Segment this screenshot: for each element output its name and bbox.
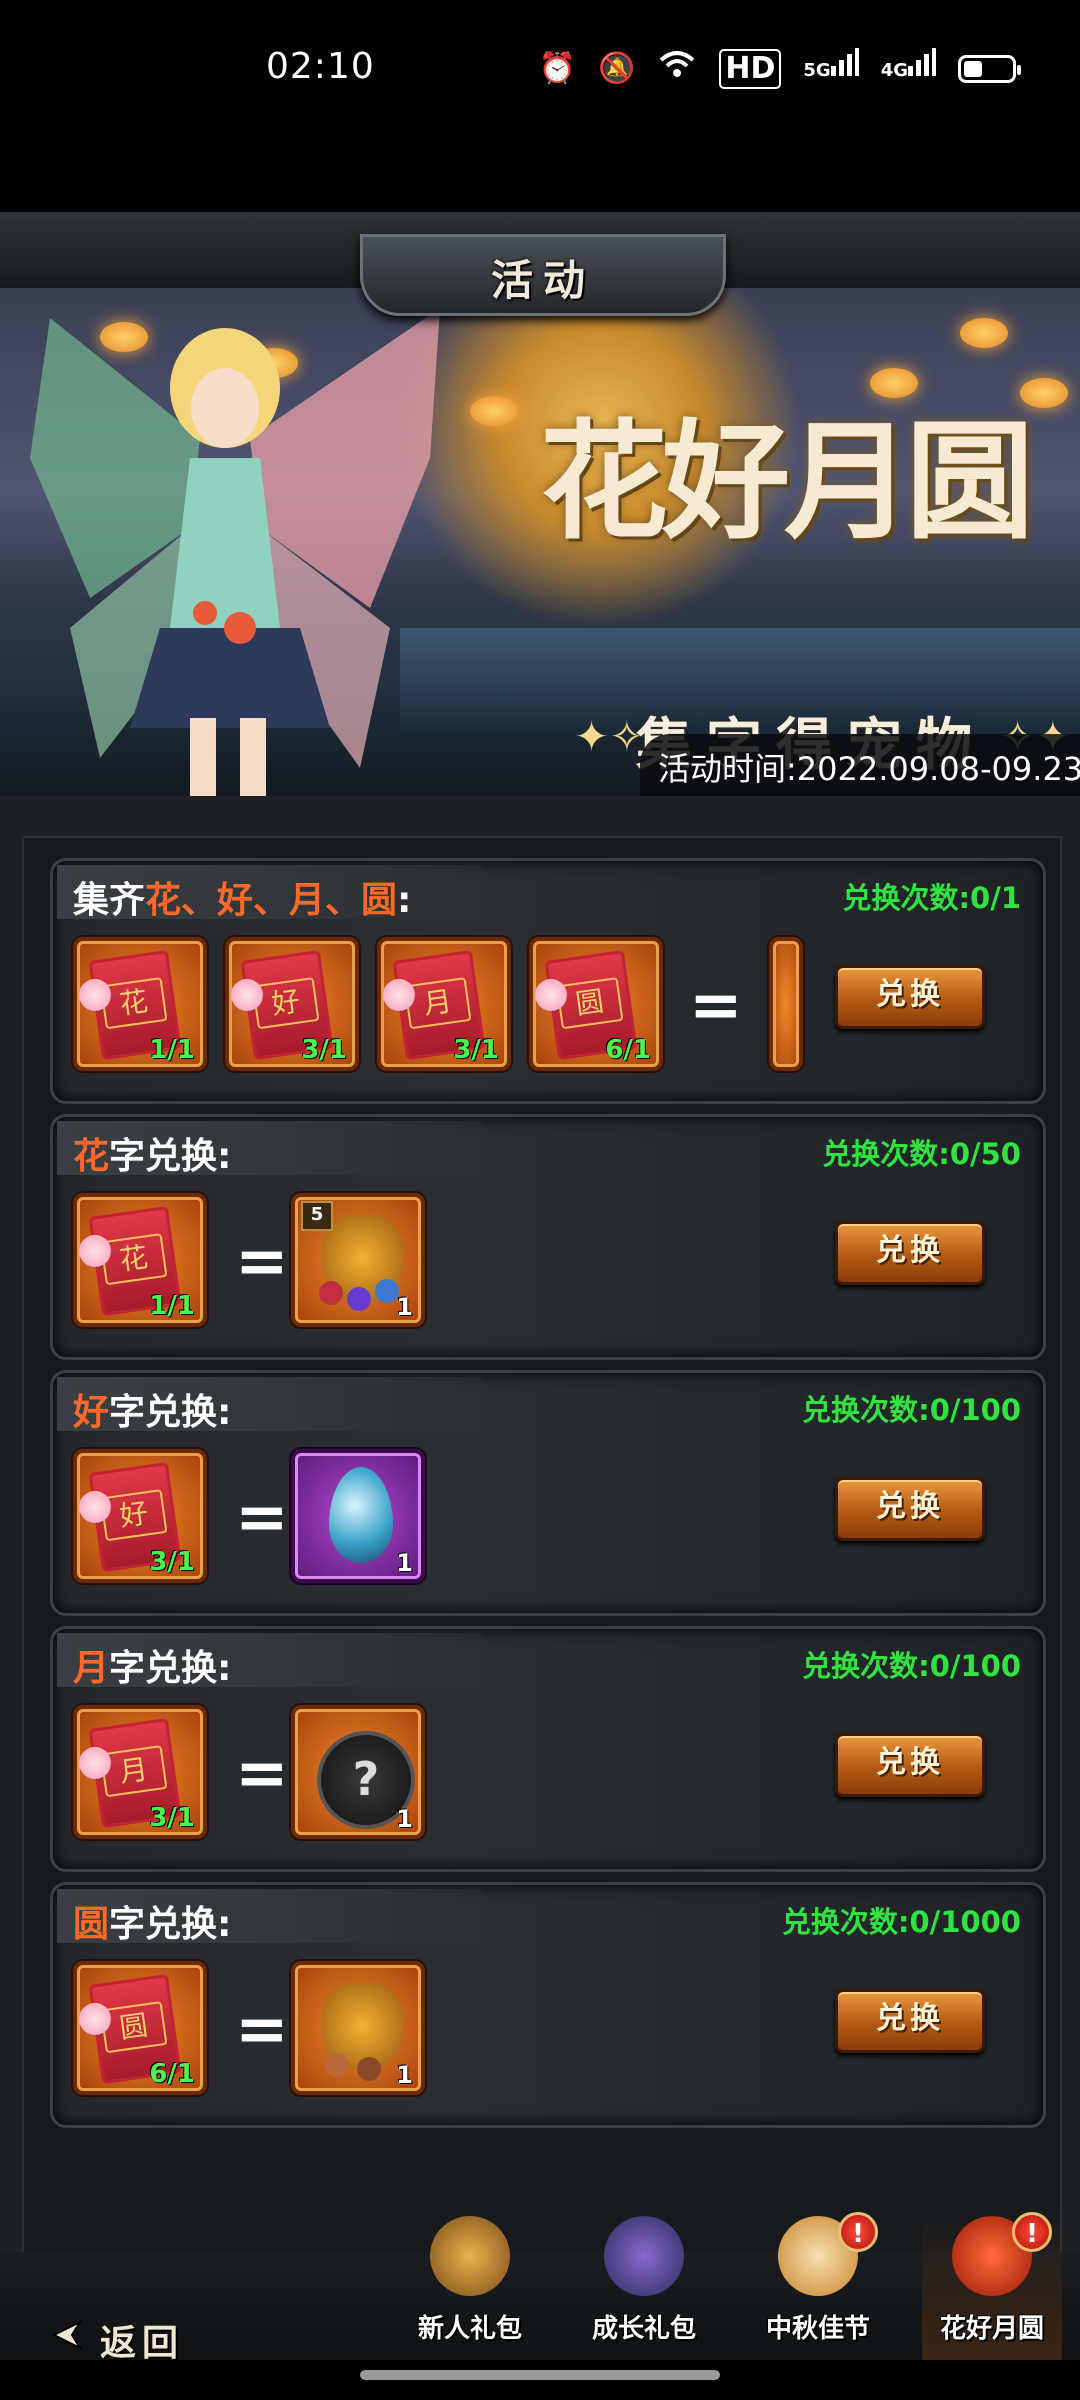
card-title: 花字兑换: <box>73 1136 232 1177</box>
exchange-button[interactable]: 兑换 <box>835 1733 985 1797</box>
item-quantity: 3/1 <box>453 1035 499 1065</box>
card-title: 好字兑换: <box>73 1392 232 1433</box>
reward-crystal[interactable]: 1 <box>291 1449 425 1583</box>
page-title: 活动 <box>490 256 595 305</box>
item-quantity: 6/1 <box>149 2059 195 2089</box>
item-quantity: 1 <box>396 1805 413 1833</box>
equals-sign: = <box>235 1737 289 1811</box>
lantern-icon <box>960 318 1008 348</box>
exchange-button[interactable]: 兑换 <box>835 1989 985 2053</box>
exchange-count: 兑换次数:0/1000 <box>781 1905 1021 1939</box>
level-badge: 5 <box>301 1201 333 1231</box>
lantern-icon <box>470 396 518 426</box>
item-quantity: 1 <box>396 1549 413 1577</box>
event-time: 活动时间:2022.09.08-09.23 <box>658 750 1080 788</box>
char-card-yue[interactable]: 月 3/1 <box>377 937 511 1071</box>
title-plate: 活动 <box>360 234 726 316</box>
wizard-icon <box>604 2216 684 2296</box>
treasure-chest-icon <box>430 2216 510 2296</box>
item-quantity: 3/1 <box>149 1547 195 1577</box>
game-screen: 花好月圆 ✦✧ 集字得宠物 ✧✦ 活动时间:2022.09.08-09.23 活… <box>0 212 1080 2360</box>
card-title: 月字兑换: <box>73 1648 232 1689</box>
signal-5g-icon: 5G <box>803 48 859 89</box>
equals-sign: = <box>235 1993 289 2067</box>
wifi-icon <box>657 48 697 89</box>
banner-title: 花好月圆 <box>540 407 1034 557</box>
exchange-list[interactable]: 集齐花、好、月、圆: 兑换次数:0/1 花 1/1 好 3/1 月 3/1 圆 … <box>22 836 1062 2300</box>
card-title: 圆字兑换: <box>73 1904 232 1945</box>
notification-badge: ! <box>1012 2212 1052 2252</box>
battery-icon <box>958 54 1021 83</box>
char-card-yuan[interactable]: 圆 6/1 <box>529 937 663 1071</box>
exchange-button[interactable]: 兑换 <box>835 965 985 1029</box>
equals-sign: = <box>235 1481 289 1555</box>
char-card-yue[interactable]: 月 3/1 <box>73 1705 207 1839</box>
item-quantity: 6/1 <box>605 1035 651 1065</box>
alarm-icon: ⏰ <box>538 50 576 86</box>
status-bar: 02:10 ⏰ 🔕 HD 5G 4G <box>0 0 1080 212</box>
back-arrow-icon[interactable] <box>50 2318 84 2352</box>
item-quantity: 1 <box>396 1293 413 1321</box>
signal-4g-icon: 4G <box>881 48 936 89</box>
card-title: 集齐花、好、月、圆: <box>73 880 412 921</box>
status-time: 02:10 <box>266 46 375 87</box>
exchange-card-yue: 月字兑换: 兑换次数:0/100 月 3/1 = ? 1 兑换 <box>50 1626 1046 1872</box>
reward-coin-bag[interactable]: 1 <box>291 1961 425 2095</box>
fairy-character <box>30 308 440 796</box>
exchange-count: 兑换次数:0/50 <box>822 1137 1021 1171</box>
char-card-hua[interactable]: 花 1/1 <box>73 937 207 1071</box>
exchange-card-hao: 好字兑换: 兑换次数:0/100 好 3/1 = 1 兑换 <box>50 1370 1046 1616</box>
crystal-icon <box>329 1467 393 1563</box>
event-banner: 花好月圆 ✦✧ 集字得宠物 ✧✦ <box>0 288 1080 796</box>
exchange-card-hua: 花字兑换: 兑换次数:0/50 花 1/1 = 5 1 兑换 <box>50 1114 1046 1360</box>
char-card-hua[interactable]: 花 1/1 <box>73 1193 207 1327</box>
exchange-count: 兑换次数:0/100 <box>802 1393 1021 1427</box>
equals-sign: = <box>235 1225 289 1299</box>
exchange-button[interactable]: 兑换 <box>835 1221 985 1285</box>
exchange-button[interactable]: 兑换 <box>835 1477 985 1541</box>
item-quantity: 1/1 <box>149 1291 195 1321</box>
equals-sign: = <box>689 969 743 1043</box>
status-icons: ⏰ 🔕 HD 5G 4G <box>538 48 1021 89</box>
back-button[interactable]: 返回 <box>100 2314 184 2360</box>
hd-icon: HD <box>719 48 782 89</box>
item-quantity: 3/1 <box>301 1035 347 1065</box>
bottom-nav: 返回 新人礼包 成长礼包 中秋佳节 ! 花好月圆 ! <box>0 2212 1080 2360</box>
mute-icon: 🔕 <box>598 50 636 86</box>
item-quantity: 3/1 <box>149 1803 195 1833</box>
exchange-card-yuan: 圆字兑换: 兑换次数:0/1000 圆 6/1 = 1 兑换 <box>50 1882 1046 2128</box>
char-card-hao[interactable]: 好 3/1 <box>225 937 359 1071</box>
tab-flower-moon[interactable]: 花好月圆 ! <box>922 2212 1062 2360</box>
item-quantity: 1 <box>396 2061 413 2089</box>
exchange-count: 兑换次数:0/1 <box>842 881 1021 915</box>
tab-growth-pack[interactable]: 成长礼包 <box>574 2212 714 2360</box>
exchange-count: 兑换次数:0/100 <box>802 1649 1021 1683</box>
tab-mid-autumn[interactable]: 中秋佳节 ! <box>748 2212 888 2360</box>
exchange-card-collect-all: 集齐花、好、月、圆: 兑换次数:0/1 花 1/1 好 3/1 月 3/1 圆 … <box>50 858 1046 1104</box>
char-card-hao[interactable]: 好 3/1 <box>73 1449 207 1583</box>
notification-badge: ! <box>838 2212 878 2252</box>
reward-item-partial[interactable] <box>769 937 803 1071</box>
char-card-yuan[interactable]: 圆 6/1 <box>73 1961 207 2095</box>
tab-newbie-pack[interactable]: 新人礼包 <box>400 2212 540 2360</box>
item-quantity: 1/1 <box>149 1035 195 1065</box>
diamond-ornament-icon: ✦✧ <box>574 712 645 761</box>
reward-mystery[interactable]: ? 1 <box>291 1705 425 1839</box>
reward-gem-bag[interactable]: 5 1 <box>291 1193 425 1327</box>
home-indicator[interactable] <box>360 2370 720 2380</box>
